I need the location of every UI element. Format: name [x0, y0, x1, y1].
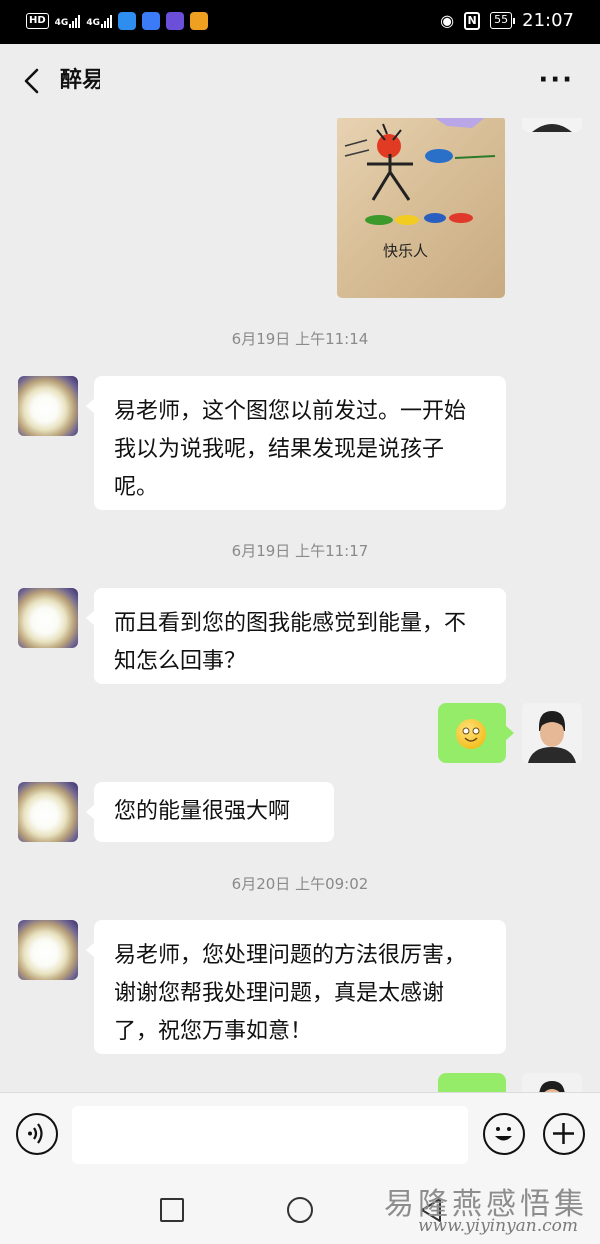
- sent-image-message[interactable]: 快乐人: [337, 118, 505, 298]
- chat-title: 醉易: [60, 68, 100, 93]
- contact-avatar[interactable]: [18, 920, 78, 980]
- battery-indicator: 55: [490, 12, 516, 29]
- recent-apps-button[interactable]: [160, 1198, 184, 1222]
- status-bar: HD 4G 4G ◉ N 55 21:07: [0, 0, 600, 44]
- my-avatar[interactable]: [522, 703, 582, 763]
- sent-message-bubble[interactable]: [438, 703, 514, 763]
- contact-avatar[interactable]: [18, 782, 78, 842]
- message-timestamp: 6月19日 上午11:14: [231, 330, 369, 348]
- chat-header: 醉易 ···: [0, 44, 600, 118]
- message-timestamp: 6月19日 上午11:17: [231, 542, 369, 560]
- signal-indicator-2: 4G: [86, 14, 112, 28]
- hd-voice-indicator: HD: [26, 13, 49, 29]
- chat-app-icon: [165, 12, 184, 30]
- watermark-url: www.yiyinyan.com: [418, 1216, 579, 1236]
- contact-avatar[interactable]: [18, 376, 78, 436]
- back-arrow-icon[interactable]: [18, 66, 48, 96]
- eye-comfort-icon: ◉: [440, 11, 455, 30]
- my-avatar[interactable]: [522, 1073, 582, 1092]
- smiling-face-emoji-icon: [456, 719, 486, 749]
- more-functions-plus-icon[interactable]: [543, 1113, 585, 1155]
- received-message-bubble[interactable]: 您的能量很强大啊: [86, 782, 334, 842]
- received-message-bubble[interactable]: 易老师，您处理问题的方法很厉害，谢谢您帮我处理问题，真是太感谢了，祝您万事如意！: [86, 920, 506, 1054]
- emoji-picker-icon[interactable]: [483, 1113, 525, 1155]
- message-input-bar: [0, 1092, 600, 1176]
- shopping-app-icon: [189, 12, 208, 30]
- received-message-bubble[interactable]: 而且看到您的图我能感觉到能量，不知怎么回事？: [86, 588, 506, 684]
- home-button[interactable]: [287, 1197, 313, 1223]
- chat-message-list[interactable]: 快乐人 6月19日 上午11:14 易老师，这个图您以前发过。一开始我以为说我呢…: [0, 118, 600, 1092]
- message-text-field[interactable]: [72, 1106, 468, 1164]
- voice-input-icon[interactable]: [16, 1113, 58, 1155]
- signal-indicator-1: 4G: [55, 14, 81, 28]
- sent-message-bubble[interactable]: [438, 1073, 506, 1092]
- nfc-icon: N: [464, 11, 481, 30]
- message-timestamp: 6月20日 上午09:02: [231, 875, 369, 893]
- image-caption: 快乐人: [383, 242, 428, 260]
- system-navigation-bar: 易隆燕感悟集 www.yiyinyan.com: [0, 1176, 600, 1244]
- music-app-icon: [141, 12, 160, 30]
- clock: 21:07: [522, 10, 574, 31]
- contact-avatar[interactable]: [18, 588, 78, 648]
- my-avatar[interactable]: [522, 118, 582, 132]
- received-message-bubble[interactable]: 易老师，这个图您以前发过。一开始我以为说我呢，结果发现是说孩子呢。: [86, 376, 506, 510]
- delivery-app-icon: [117, 12, 136, 30]
- drawing-image: 快乐人: [344, 118, 496, 260]
- more-options-icon[interactable]: ···: [538, 67, 574, 93]
